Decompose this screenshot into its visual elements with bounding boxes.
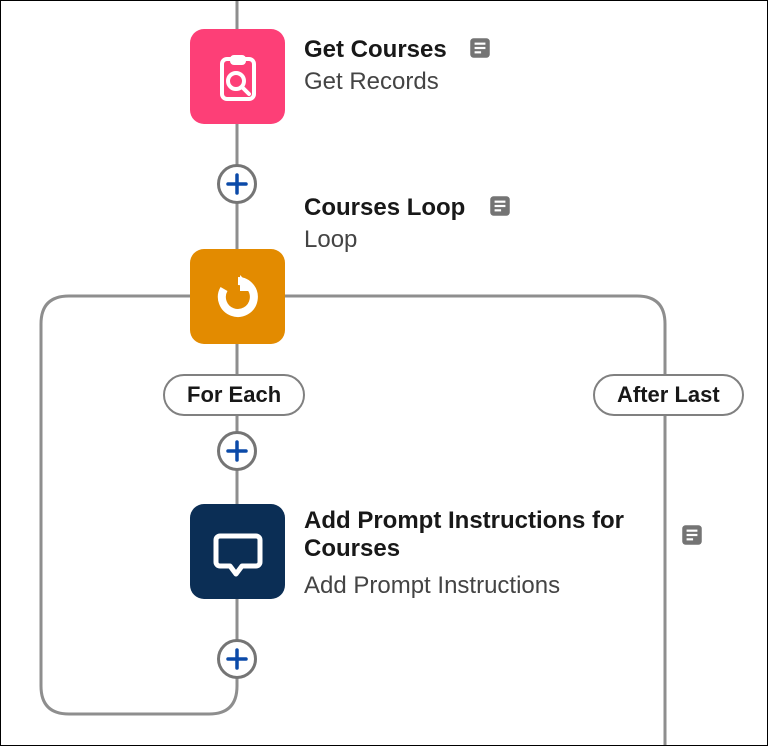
description-icon[interactable] xyxy=(467,35,493,61)
chat-bubble-icon xyxy=(210,524,266,580)
loop-refresh-icon xyxy=(210,269,266,325)
node-get-courses[interactable] xyxy=(190,29,285,124)
node-add-prompt[interactable] xyxy=(190,504,285,599)
add-element-button-3[interactable] xyxy=(217,639,257,679)
node-courses-loop-title: Courses Loop xyxy=(304,194,465,222)
badge-for-each: For Each xyxy=(163,374,305,416)
add-element-button-2[interactable] xyxy=(217,431,257,471)
description-icon[interactable] xyxy=(487,193,513,219)
node-courses-loop-subtitle: Loop xyxy=(304,226,357,254)
node-get-courses-subtitle: Get Records xyxy=(304,68,439,96)
plus-icon xyxy=(226,173,248,195)
node-add-prompt-title: Add Prompt Instructions for Courses xyxy=(304,507,656,563)
add-element-button-1[interactable] xyxy=(217,164,257,204)
plus-icon xyxy=(226,440,248,462)
node-get-courses-title: Get Courses xyxy=(304,36,447,64)
node-add-prompt-subtitle: Add Prompt Instructions xyxy=(304,572,560,600)
badge-after-last: After Last xyxy=(593,374,744,416)
plus-icon xyxy=(226,648,248,670)
clipboard-search-icon xyxy=(210,49,266,105)
node-courses-loop[interactable] xyxy=(190,249,285,344)
description-icon[interactable] xyxy=(679,522,705,548)
